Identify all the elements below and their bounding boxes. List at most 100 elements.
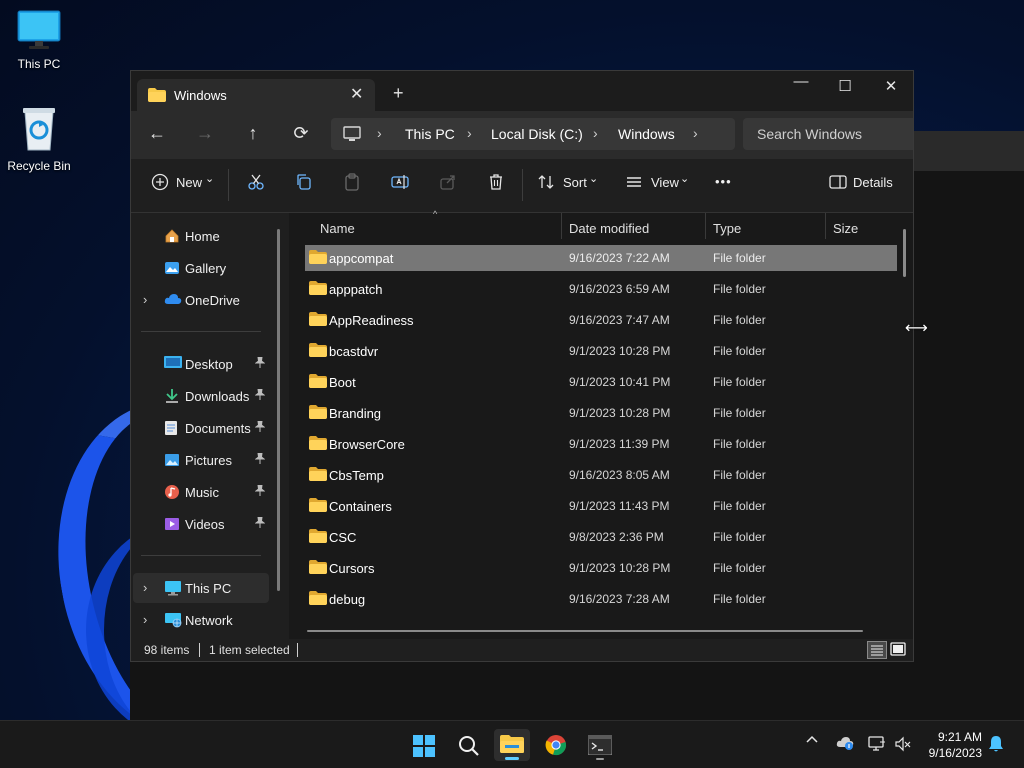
column-header-name[interactable]: Name: [320, 221, 355, 236]
address-bar[interactable]: › This PC › Local Disk (C:) › Windows ›: [331, 118, 735, 150]
copy-icon[interactable]: [295, 173, 313, 194]
monitor-icon: [343, 126, 361, 145]
network-status-icon[interactable]: [868, 736, 886, 755]
chevron-right-icon[interactable]: ›: [143, 292, 147, 307]
onedrive-cloud-icon: [164, 292, 182, 309]
sort-button[interactable]: Sort: [563, 175, 587, 190]
file-type: File folder: [713, 468, 766, 482]
chevron-down-icon: ⌄: [205, 173, 215, 185]
file-type: File folder: [713, 313, 766, 327]
back-button[interactable]: ←: [145, 123, 169, 144]
nav-item-onedrive[interactable]: › OneDrive: [133, 285, 269, 315]
column-header-type[interactable]: Type: [713, 221, 741, 236]
share-icon[interactable]: [439, 173, 457, 194]
terminal-app[interactable]: [582, 729, 618, 761]
file-row[interactable]: debug 9/16/2023 7:28 AM File folder: [305, 586, 897, 612]
file-explorer-app[interactable]: [494, 729, 530, 761]
close-window-button[interactable]: ✕: [876, 77, 906, 95]
refresh-button[interactable]: ⟳: [289, 123, 313, 144]
notification-bell-icon[interactable]: [988, 735, 1004, 756]
view-button[interactable]: View: [651, 175, 679, 190]
column-divider[interactable]: [705, 213, 706, 239]
up-button[interactable]: ↑: [241, 123, 265, 144]
file-row[interactable]: CbsTemp 9/16/2023 8:05 AM File folder: [305, 462, 897, 488]
chrome-app[interactable]: [538, 729, 574, 761]
breadcrumb-local-disk[interactable]: Local Disk (C:): [491, 126, 583, 142]
chevron-right-icon[interactable]: ›: [143, 580, 147, 595]
resize-cursor-icon: ⟷: [905, 320, 928, 337]
nav-item-pictures[interactable]: Pictures: [133, 445, 269, 475]
nav-item-label: Home: [185, 229, 220, 244]
new-button[interactable]: New: [176, 175, 202, 190]
file-row[interactable]: Branding 9/1/2023 10:28 PM File folder: [305, 400, 897, 426]
nav-item-music[interactable]: Music: [133, 477, 269, 507]
nav-item-label: This PC: [185, 581, 232, 596]
forward-button[interactable]: →: [193, 123, 217, 144]
nav-item-videos[interactable]: Videos: [133, 509, 269, 539]
nav-item-label: Network: [185, 613, 233, 628]
file-row[interactable]: bcastdvr 9/1/2023 10:28 PM File folder: [305, 338, 897, 364]
file-row[interactable]: CSC 9/8/2023 2:36 PM File folder: [305, 524, 897, 550]
rename-icon[interactable]: [391, 173, 409, 194]
show-hidden-icons-chevron-icon[interactable]: [805, 733, 819, 750]
nav-pane-scrollbar[interactable]: [277, 229, 280, 591]
file-explorer-icon: [500, 734, 524, 757]
column-header-size[interactable]: Size: [833, 221, 858, 236]
maximize-button[interactable]: ☐: [830, 77, 860, 95]
item-count: 98 items: [144, 643, 190, 657]
nav-item-label: Music: [185, 485, 219, 500]
nav-item-home[interactable]: Home: [133, 221, 269, 251]
file-row[interactable]: BrowserCore 9/1/2023 11:39 PM File folder: [305, 431, 897, 457]
breadcrumb-windows[interactable]: Windows: [618, 126, 675, 142]
cut-icon[interactable]: [247, 173, 265, 194]
nav-item-documents[interactable]: Documents: [133, 413, 269, 443]
delete-icon[interactable]: [487, 173, 505, 194]
file-row[interactable]: Containers 9/1/2023 11:43 PM File folder: [305, 493, 897, 519]
chevron-right-icon[interactable]: ›: [143, 612, 147, 627]
file-name: Containers: [329, 499, 392, 514]
tab-windows[interactable]: Windows ✕: [137, 79, 375, 111]
more-options-button[interactable]: •••: [715, 174, 732, 189]
file-row[interactable]: apppatch 9/16/2023 6:59 AM File folder: [305, 276, 897, 302]
clock[interactable]: 9:21 AM 9/16/2023: [918, 729, 982, 761]
nav-item-desktop[interactable]: Desktop: [133, 349, 269, 379]
pin-icon: [254, 516, 266, 531]
file-row[interactable]: AppReadiness 9/16/2023 7:47 AM File folder: [305, 307, 897, 333]
paste-icon[interactable]: [343, 173, 361, 194]
search-box[interactable]: [743, 118, 919, 150]
onedrive-tray-icon[interactable]: [836, 736, 854, 753]
videos-icon: [164, 516, 180, 535]
folder-icon: [309, 560, 327, 577]
nav-item-gallery[interactable]: Gallery: [133, 253, 269, 283]
details-button[interactable]: Details: [853, 175, 893, 190]
start-button[interactable]: [406, 729, 442, 761]
file-list-horizontal-scrollbar[interactable]: [307, 630, 863, 632]
column-divider[interactable]: [825, 213, 826, 239]
file-list-vertical-scrollbar[interactable]: [903, 229, 906, 277]
file-name: CSC: [329, 530, 357, 545]
details-view-button[interactable]: [867, 641, 887, 659]
sort-icon: [537, 173, 555, 194]
search-button[interactable]: [450, 729, 486, 761]
navigation-pane: Home Gallery › OneDrive Desktop Download…: [131, 213, 289, 639]
file-row[interactable]: appcompat 9/16/2023 7:22 AM File folder: [305, 245, 897, 271]
file-row[interactable]: Boot 9/1/2023 10:41 PM File folder: [305, 369, 897, 395]
file-row[interactable]: Cursors 9/1/2023 10:28 PM File folder: [305, 555, 897, 581]
desktop-icon-this-pc[interactable]: This PC: [1, 10, 77, 71]
nav-item-downloads[interactable]: Downloads: [133, 381, 269, 411]
folder-icon: [309, 436, 327, 453]
volume-muted-icon[interactable]: [894, 736, 912, 755]
large-icons-view-button[interactable]: [889, 641, 909, 659]
file-name: Cursors: [329, 561, 375, 576]
breadcrumb-this-pc[interactable]: This PC: [405, 126, 455, 142]
nav-item-network[interactable]: › Network: [133, 605, 269, 635]
column-divider[interactable]: [561, 213, 562, 239]
minimize-button[interactable]: —: [786, 73, 816, 90]
desktop-icon-recycle-bin[interactable]: Recycle Bin: [1, 106, 77, 173]
search-icon: [458, 735, 480, 760]
nav-item-this-pc[interactable]: › This PC: [133, 573, 269, 603]
column-header-date[interactable]: Date modified: [569, 221, 649, 236]
close-tab-icon[interactable]: ✕: [350, 84, 363, 104]
search-input[interactable]: [743, 118, 919, 150]
new-tab-button[interactable]: +: [393, 83, 404, 104]
